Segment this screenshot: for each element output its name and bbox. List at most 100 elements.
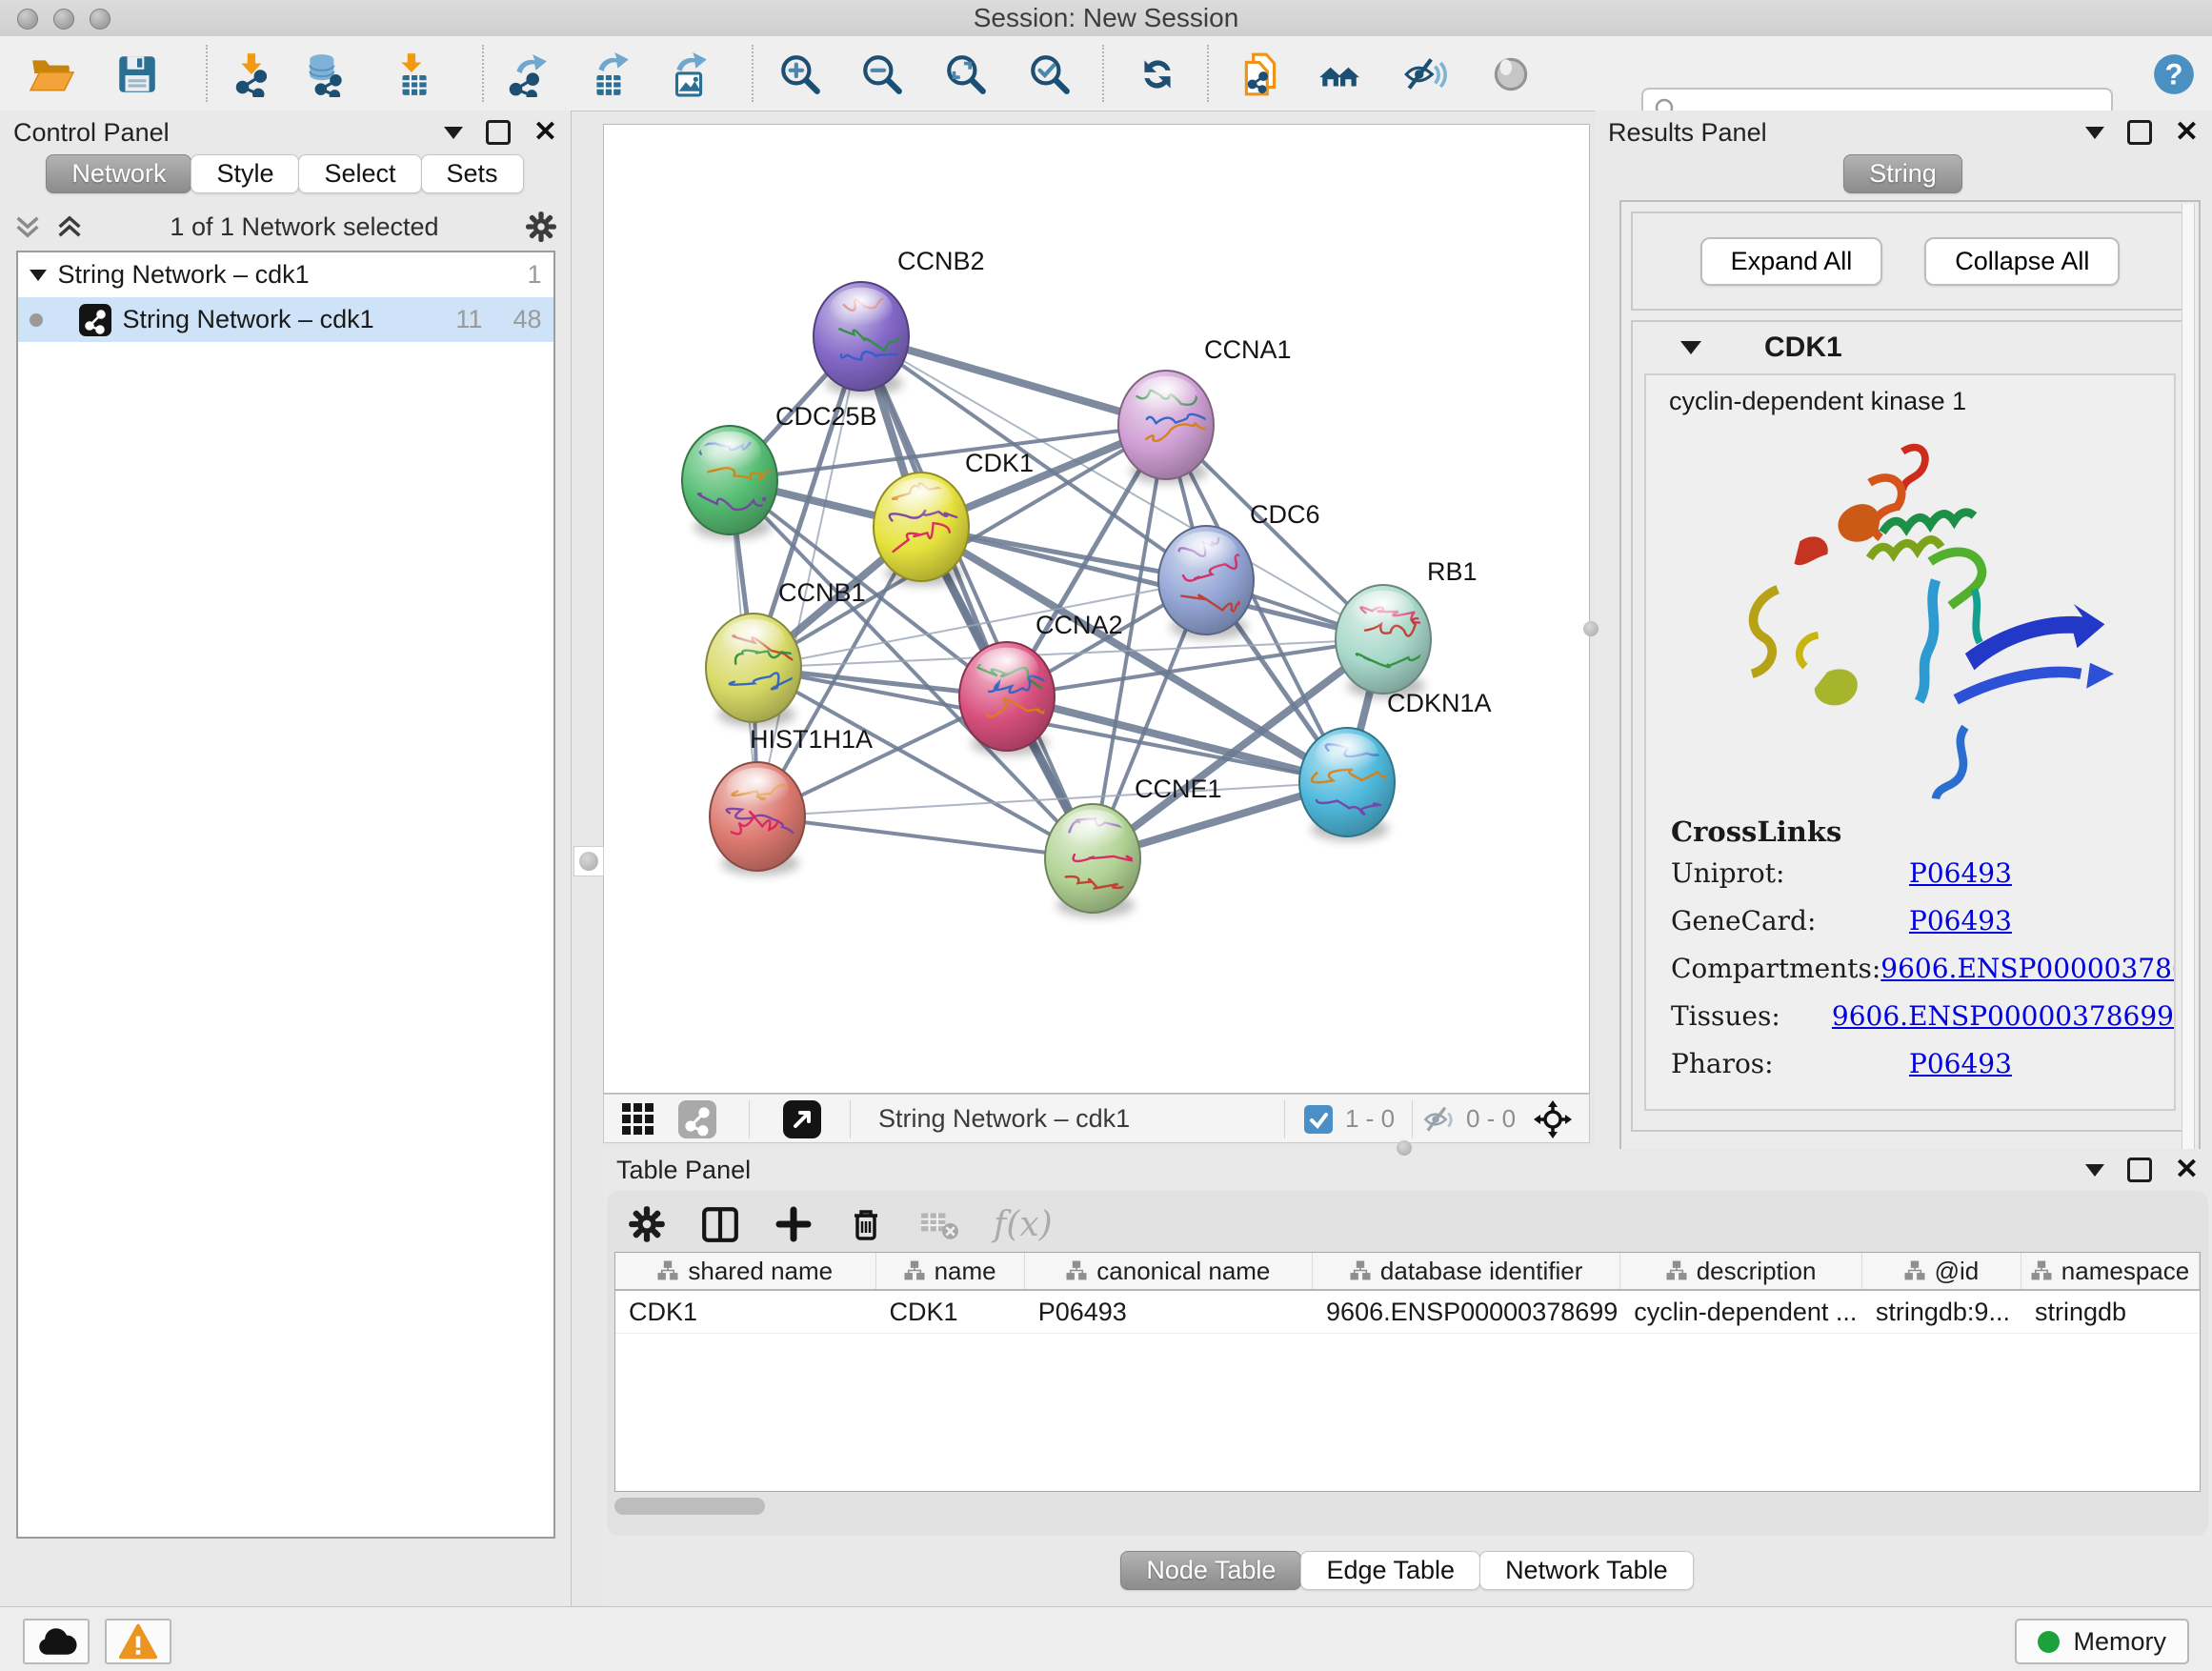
hidden-eye-slash-icon[interactable] [1421,1100,1459,1138]
crosslink-link[interactable]: P06493 [1909,905,2012,936]
network-node-CCNB1[interactable]: CCNB1 [706,578,866,727]
tab-node-table[interactable]: Node Table [1120,1551,1301,1590]
column-header-name[interactable]: name [876,1253,1025,1289]
status-bar: Memory [0,1606,2212,1671]
table-cell[interactable]: P06493 [1025,1291,1313,1333]
expand-all-icon[interactable] [55,212,84,241]
open-external-icon[interactable] [783,1100,821,1138]
zoom-fit-icon[interactable] [941,50,991,99]
zoom-window-button[interactable] [90,9,111,30]
network-collection-row[interactable]: String Network – cdk1 1 [18,252,553,297]
panel-float-icon[interactable] [2127,120,2152,145]
table-cell[interactable]: CDK1 [615,1291,876,1333]
results-scrollbar[interactable] [2182,204,2195,1149]
refresh-icon[interactable] [1133,50,1182,99]
table-cell[interactable]: cyclin-dependent ... [1620,1291,1862,1333]
tab-edge-table[interactable]: Edge Table [1300,1551,1480,1590]
table-cell[interactable]: 9606.ENSP00000378699 [1313,1291,1620,1333]
network-node-CDKN1A[interactable]: CDKN1A [1299,689,1492,841]
open-folder-icon[interactable] [27,50,76,99]
warning-button[interactable] [105,1619,171,1664]
grid-view-icon[interactable] [619,1100,657,1138]
share-view-icon[interactable] [678,1100,716,1138]
table-tabs: Node TableEdge TableNetwork Table [603,1551,2212,1590]
column-header-canonical-name[interactable]: canonical name [1025,1253,1313,1289]
network-row[interactable]: String Network – cdk1 11 48 [18,297,553,342]
protein-structure-image [1686,424,2134,810]
table-row[interactable]: CDK1CDK1P064939606.ENSP00000378699cyclin… [615,1291,2200,1334]
column-header-namespace[interactable]: namespace [2021,1253,2200,1289]
column-header-description[interactable]: description [1620,1253,1862,1289]
panel-close-icon[interactable]: ✕ [2175,1160,2199,1179]
panel-float-icon[interactable] [2127,1158,2152,1182]
sphere-icon[interactable] [1486,50,1536,99]
tab-sets[interactable]: Sets [421,154,524,193]
network-edge[interactable] [757,816,1093,858]
panel-close-icon[interactable]: ✕ [533,123,557,142]
network-view[interactable]: CCNB2CCNA1CDC25BCDK1CDC6RB1CCNB1CCNA2CDK… [603,124,1590,1094]
table-cell[interactable]: stringdb:9... [1862,1291,2021,1333]
panel-close-icon[interactable]: ✕ [2175,123,2199,142]
memory-button[interactable]: Memory [2015,1619,2189,1664]
expand-all-button[interactable]: Expand All [1700,237,1883,286]
table-cell[interactable]: stringdb [2021,1291,2200,1333]
tab-select[interactable]: Select [298,154,421,193]
node-label: CDC6 [1250,500,1320,529]
add-column-icon[interactable] [774,1205,813,1243]
node-table[interactable]: shared namenamecanonical namedatabase id… [614,1252,2201,1492]
import-database-icon[interactable] [301,50,351,99]
bottom-splitter-handle[interactable] [1397,1140,1412,1156]
crosslink-link[interactable]: 9606.ENSP00000378699 [1832,1000,2174,1032]
tab-style[interactable]: Style [191,154,299,193]
tab-network[interactable]: Network [46,154,191,193]
save-icon[interactable] [112,50,162,99]
help-icon[interactable]: ? [2149,50,2199,99]
network-node-RB1[interactable]: RB1 [1336,557,1478,698]
minimize-window-button[interactable] [53,9,74,30]
zoom-out-icon[interactable] [857,50,907,99]
crosslink-link[interactable]: P06493 [1909,857,2012,889]
panel-menu-icon[interactable] [444,127,463,139]
eye-slash-icon[interactable] [1400,50,1450,99]
export-table-icon[interactable] [585,50,634,99]
cloud-button[interactable] [23,1619,90,1664]
table-horizontal-scrollbar[interactable] [614,1498,765,1515]
network-node-CCNB2[interactable]: CCNB2 [814,247,985,395]
collapse-all-icon[interactable] [13,212,42,241]
crosslink-link[interactable]: 9606.ENSP00000378699 [1880,953,2176,984]
show-columns-icon[interactable] [700,1204,740,1244]
panel-float-icon[interactable] [486,120,511,145]
network-graph[interactable]: CCNB2CCNA1CDC25BCDK1CDC6RB1CCNB1CCNA2CDK… [604,125,1589,1093]
network-node-CCNE1[interactable]: CCNE1 [1045,775,1222,917]
homes-icon[interactable] [1315,50,1364,99]
close-window-button[interactable] [17,9,38,30]
protein-card-collapse-icon[interactable] [1680,341,1701,354]
column-header-@id[interactable]: @id [1862,1253,2021,1289]
network-edge[interactable] [861,336,1093,858]
crosslink-link[interactable]: P06493 [1909,1048,2012,1079]
export-network-icon[interactable] [503,50,553,99]
import-network-icon[interactable] [229,50,278,99]
collection-expand-icon[interactable] [30,270,47,281]
column-header-shared-name[interactable]: shared name [615,1253,876,1289]
export-image-icon[interactable] [663,50,713,99]
table-cell[interactable]: CDK1 [876,1291,1025,1333]
panel-menu-icon[interactable] [2085,1164,2104,1177]
column-header-database-identifier[interactable]: database identifier [1313,1253,1620,1289]
delete-column-icon[interactable] [847,1205,885,1243]
zoom-in-icon[interactable] [775,50,825,99]
document-share-icon[interactable] [1237,50,1286,99]
collapse-all-button[interactable]: Collapse All [1924,237,2120,286]
import-table-icon[interactable] [389,50,438,99]
tab-string[interactable]: String [1843,154,1962,193]
panel-menu-icon[interactable] [2085,127,2104,139]
birds-eye-icon[interactable] [1534,1100,1572,1138]
table-gear-icon[interactable] [628,1205,666,1243]
left-splitter-handle[interactable] [573,846,604,876]
right-splitter-handle[interactable] [1583,621,1599,636]
zoom-selected-icon[interactable] [1025,50,1075,99]
selected-checkbox-icon[interactable] [1299,1100,1337,1138]
gear-icon[interactable] [525,211,557,243]
tab-network-table[interactable]: Network Table [1479,1551,1694,1590]
network-node-HIST1H1A[interactable]: HIST1H1A [710,725,873,876]
